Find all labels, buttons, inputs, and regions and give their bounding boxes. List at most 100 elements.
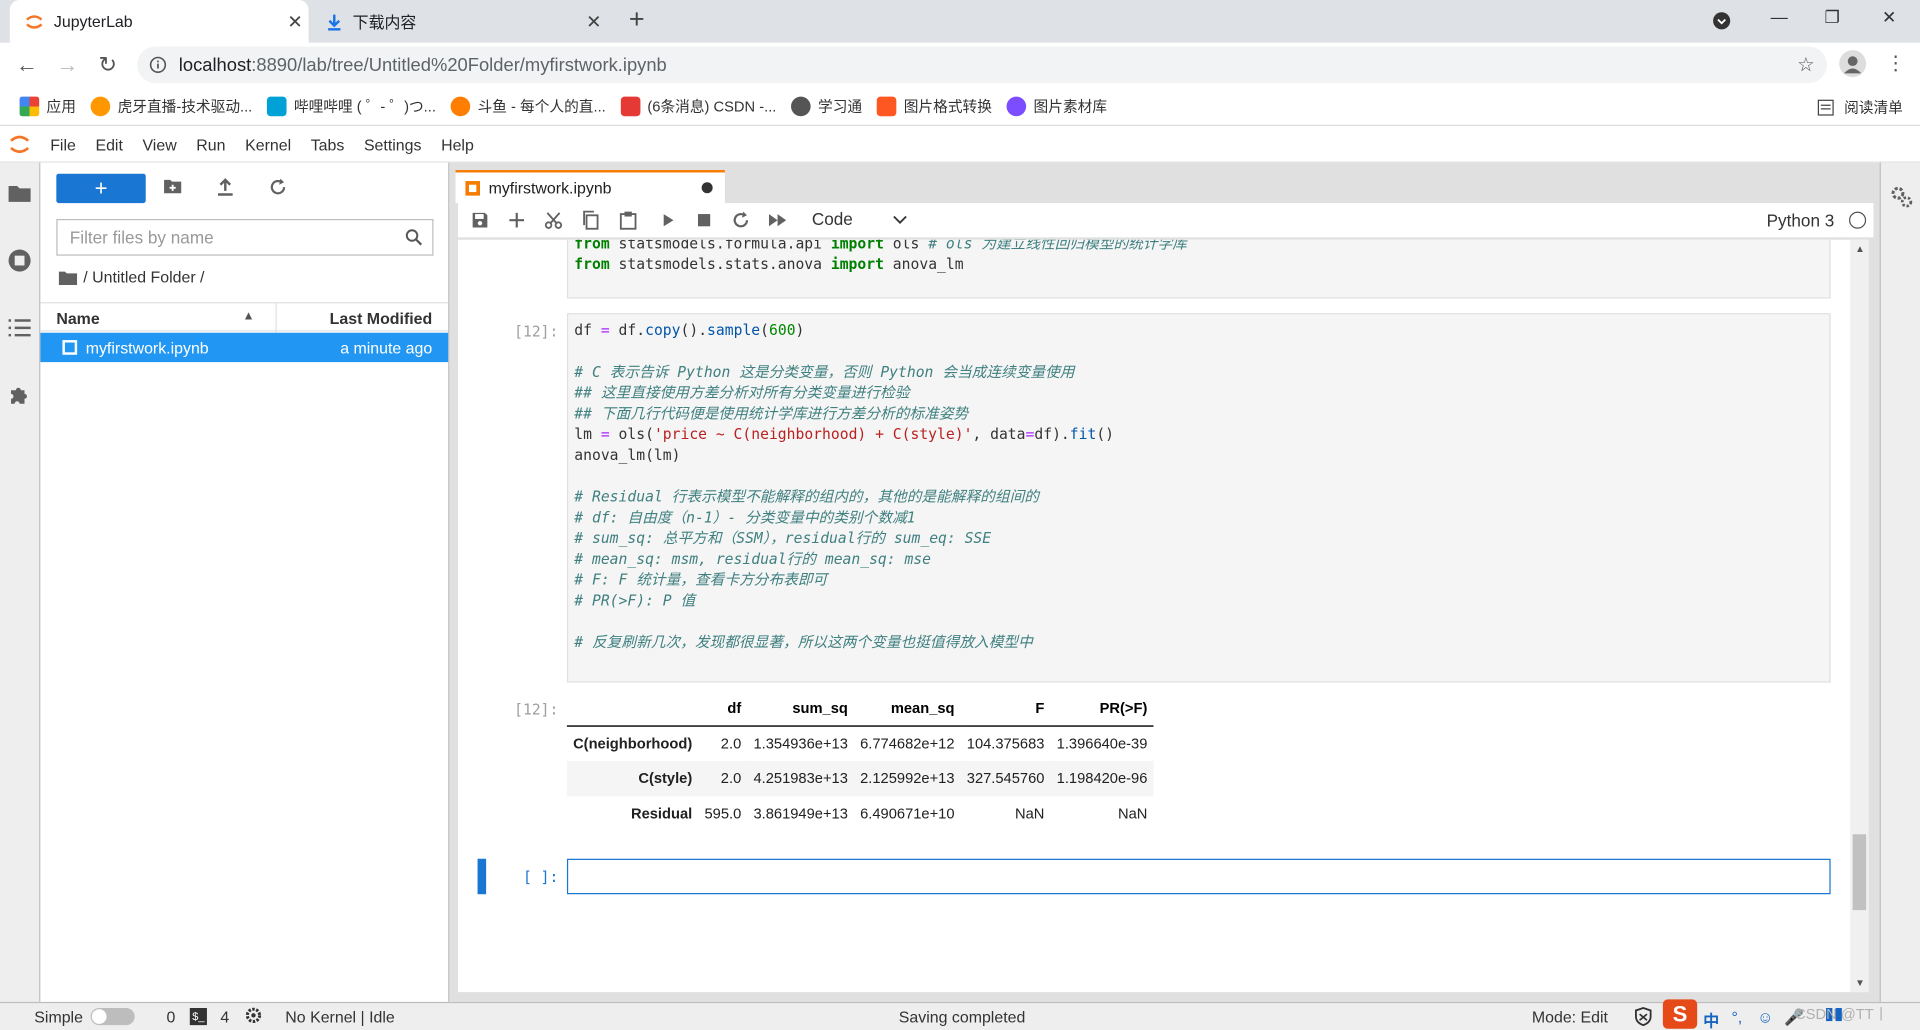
fast-forward-icon[interactable] xyxy=(768,210,788,230)
close-tab-icon[interactable]: ✕ xyxy=(580,10,607,33)
terminal-count[interactable]: 0 xyxy=(167,1008,176,1026)
menu-view[interactable]: View xyxy=(142,135,176,153)
insert-cell-icon[interactable] xyxy=(507,210,527,230)
menu-run[interactable]: Run xyxy=(196,135,225,153)
kernel-state[interactable]: No Kernel | Idle xyxy=(285,1008,394,1026)
minimize-icon[interactable]: — xyxy=(1771,7,1788,27)
forward-icon[interactable]: → xyxy=(53,50,82,79)
table-cell: 2.0 xyxy=(720,735,742,753)
code-line: df = df.copy().sample(600) xyxy=(574,321,805,339)
save-icon[interactable] xyxy=(470,210,490,230)
stop-icon[interactable] xyxy=(694,210,714,230)
code-cell-input[interactable]: df = df.copy().sample(600) # C 表示告诉 Pyth… xyxy=(566,313,1831,683)
code-line: from statsmodels.formula.api import ols … xyxy=(574,239,1187,252)
code-line: lm = ols('price ~ C(neighborhood) + C(st… xyxy=(574,425,1115,443)
scroll-down-icon[interactable]: ▼ xyxy=(1855,977,1865,988)
profile-avatar[interactable] xyxy=(1839,50,1867,78)
unsaved-dot-icon[interactable] xyxy=(701,182,713,194)
code-line: # df: 自由度（n-1）- 分类变量中的类别个数减1 xyxy=(574,508,916,527)
reload-icon[interactable]: ↻ xyxy=(93,50,122,79)
close-window-icon[interactable]: ✕ xyxy=(1882,7,1896,28)
left-sidebar-tabs xyxy=(0,162,41,1002)
ime-language[interactable]: 中 xyxy=(1703,1008,1719,1030)
column-last-modified[interactable]: Last Modified xyxy=(330,309,433,327)
reading-list-button[interactable]: 阅读清单 xyxy=(1817,97,1903,118)
menu-kernel[interactable]: Kernel xyxy=(245,135,291,153)
copy-icon[interactable] xyxy=(580,210,600,230)
bookmark-item[interactable]: (6条消息) CSDN -... xyxy=(620,95,776,116)
kernel-name[interactable]: Python 3 xyxy=(1767,210,1835,230)
code-cell-input[interactable]: from statsmodels.formula.api import ols … xyxy=(566,239,1831,299)
close-tab-icon[interactable]: ✕ xyxy=(282,10,309,33)
simple-mode-toggle[interactable] xyxy=(90,1007,135,1026)
profile-menu-icon[interactable] xyxy=(1712,11,1732,31)
code-line: # Residual 行表示模型不能解释的组内的，其他的是能解释的组间的 xyxy=(574,488,1039,506)
menu-help[interactable]: Help xyxy=(441,135,474,153)
url-host: localhost xyxy=(178,54,252,76)
chevron-down-icon xyxy=(893,215,907,224)
folder-icon[interactable] xyxy=(58,270,78,285)
bookmark-star-icon[interactable]: ☆ xyxy=(1797,53,1815,77)
new-tab-button[interactable]: + xyxy=(622,6,651,35)
code-line: # C 表示告诉 Python 这是分类变量，否则 Python 会当成连续变量… xyxy=(574,363,1075,381)
bookmark-item[interactable]: 学习通 xyxy=(791,95,862,116)
table-header: sum_sq xyxy=(747,691,855,727)
menu-edit[interactable]: Edit xyxy=(95,135,122,153)
file-row[interactable]: myfirstwork.ipynb a minute ago xyxy=(40,332,449,363)
filter-placeholder: Filter files by name xyxy=(69,227,214,248)
image-library-icon xyxy=(1006,96,1027,116)
upload-icon[interactable] xyxy=(216,177,238,199)
notebook-scrollbar[interactable]: ▲ ▼ xyxy=(1850,239,1869,993)
bookmark-item[interactable]: 哔哩哔哩 ( ゜- ゜)つ... xyxy=(266,95,436,116)
sort-ascending-icon[interactable]: ▲ xyxy=(242,309,254,322)
sogou-ime-icon[interactable]: S xyxy=(1662,999,1698,1029)
restart-icon[interactable] xyxy=(731,210,751,230)
kernel-count[interactable]: 4 xyxy=(220,1008,229,1026)
table-of-contents-icon[interactable] xyxy=(7,317,34,344)
menu-file[interactable]: File xyxy=(50,135,76,153)
new-folder-icon[interactable] xyxy=(163,177,185,199)
menu-tabs[interactable]: Tabs xyxy=(311,135,345,153)
notebook-tab[interactable]: myfirstwork.ipynb xyxy=(455,170,725,204)
paste-icon[interactable] xyxy=(618,210,638,230)
column-name[interactable]: Name xyxy=(56,309,99,327)
browser-menu-icon[interactable]: ⋮ xyxy=(1881,50,1910,79)
file-list-header: Name ▲ Last Modified xyxy=(40,302,449,333)
bookmark-item[interactable]: 图片素材库 xyxy=(1006,95,1107,116)
browser-tab-downloads[interactable]: 下载内容 ✕ xyxy=(313,0,607,43)
run-icon[interactable] xyxy=(658,210,678,230)
table-header xyxy=(566,691,699,727)
bookmark-apps[interactable]: 应用 xyxy=(19,95,76,116)
csdn-icon xyxy=(620,96,641,116)
folder-icon[interactable] xyxy=(7,182,34,209)
table-header: F xyxy=(960,691,1051,727)
bookmark-item[interactable]: 图片格式转换 xyxy=(876,95,992,116)
cut-icon[interactable] xyxy=(544,210,564,230)
extensions-icon[interactable] xyxy=(7,383,34,410)
cell-type-select[interactable]: Code xyxy=(812,209,922,229)
restore-icon[interactable]: ❐ xyxy=(1825,7,1840,28)
ime-emoji-icon[interactable]: ☺ xyxy=(1757,1008,1773,1026)
globe-icon xyxy=(791,96,811,116)
huya-icon xyxy=(90,96,111,116)
running-sessions-icon[interactable] xyxy=(7,248,34,275)
anova-output-table: df sum_sq mean_sq F PR(>F) C(neighborhoo… xyxy=(566,691,1154,831)
scrollbar-thumb[interactable] xyxy=(1852,834,1867,911)
menu-settings[interactable]: Settings xyxy=(364,135,422,153)
property-inspector-icon[interactable] xyxy=(1889,185,1913,209)
table-row: C(neighborhood) 2.0 1.354936e+13 6.77468… xyxy=(566,726,1154,761)
bookmark-item[interactable]: 虎牙直播-技术驱动... xyxy=(90,95,253,116)
bookmark-item[interactable]: 斗鱼 - 每个人的直... xyxy=(450,95,606,116)
new-launcher-button[interactable]: + xyxy=(56,173,146,204)
empty-code-cell-editor[interactable] xyxy=(566,858,1831,895)
scroll-up-icon[interactable]: ▲ xyxy=(1855,243,1865,254)
filter-files-input[interactable]: Filter files by name xyxy=(56,218,434,256)
shield-icon[interactable] xyxy=(1633,1007,1653,1027)
table-cell: 327.545760 xyxy=(966,769,1045,787)
ime-punctuation-icon[interactable]: °, xyxy=(1731,1008,1742,1026)
back-icon[interactable]: ← xyxy=(12,50,41,79)
breadcrumb-path[interactable]: / Untitled Folder / xyxy=(83,268,204,286)
address-bar[interactable]: localhost:8890/lab/tree/Untitled%20Folde… xyxy=(137,46,1827,84)
browser-tab-jupyterlab[interactable]: JupyterLab ✕ xyxy=(9,0,309,43)
refresh-icon[interactable] xyxy=(268,177,290,199)
